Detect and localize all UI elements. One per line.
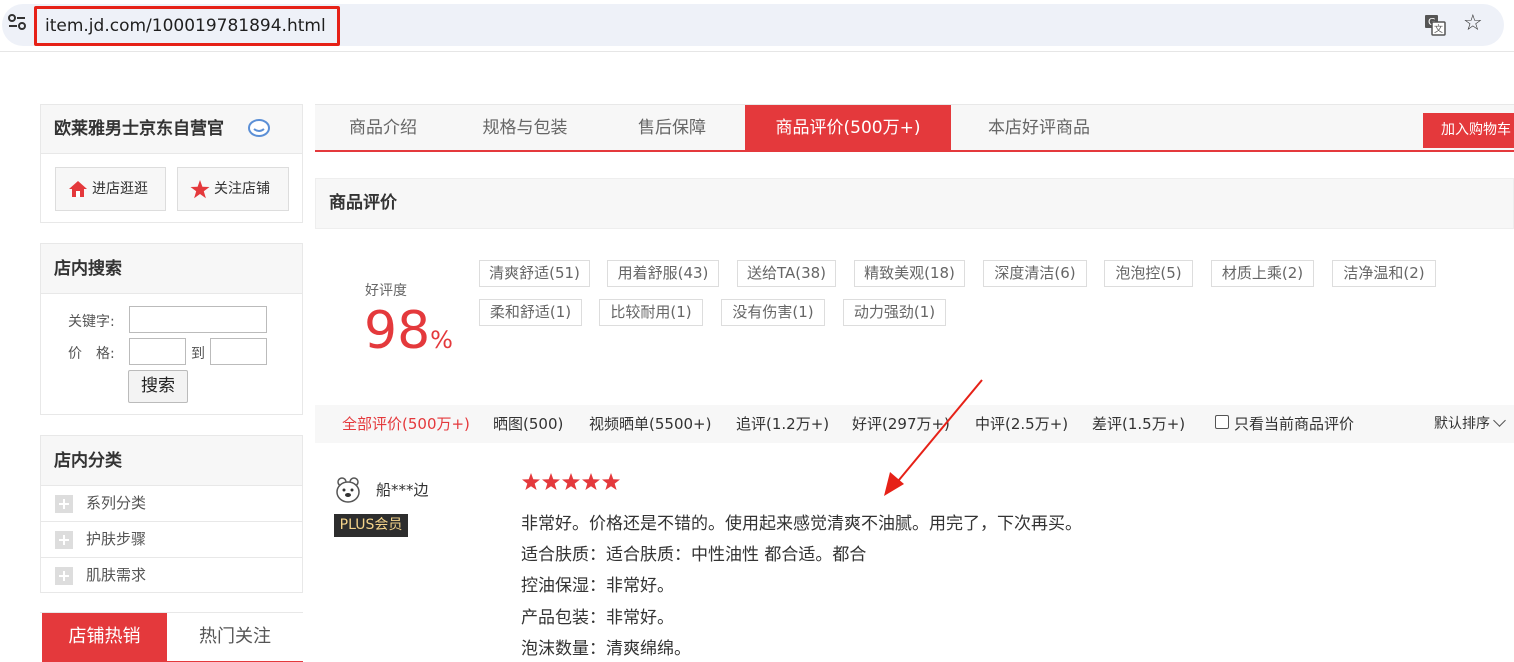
price-label: 价 格: [68, 346, 115, 362]
tab-recommended[interactable]: 本店好评商品 [951, 105, 1127, 151]
rating-label: 好评度 [365, 283, 407, 299]
sort-label: 默认排序 [1434, 416, 1490, 432]
sort-dropdown[interactable]: 默认排序 [1434, 405, 1506, 443]
product-detail-tabs: 商品介绍 规格与包装 售后保障 商品评价(500万+) 本店好评商品 [315, 104, 1514, 152]
review-tag[interactable]: 用着舒服(43) [607, 260, 719, 287]
user-avatar[interactable] [334, 476, 362, 504]
expand-plus-icon[interactable] [55, 567, 73, 585]
rating-star-icon [542, 473, 560, 490]
expand-plus-icon[interactable] [55, 531, 73, 549]
enter-shop-button[interactable]: 进店逛逛 [55, 167, 166, 211]
translate-icon[interactable]: G 文 [1424, 14, 1446, 36]
shop-category-panel: 店内分类 系列分类 护肤步骤 肌肤需求 [40, 435, 303, 593]
tab-hot-follow[interactable]: 热门关注 [167, 613, 303, 661]
price-to-label: 到 [191, 346, 205, 362]
category-item-series[interactable]: 系列分类 [41, 486, 302, 522]
shop-search-panel: 店内搜索 关键字: 价 格: 到 搜索 [40, 243, 303, 415]
bookmark-star-icon[interactable]: ☆ [1463, 12, 1483, 36]
review-tag[interactable]: 深度清洁(6) [983, 260, 1087, 287]
review-tag[interactable]: 比较耐用(1) [599, 299, 703, 326]
svg-text:文: 文 [1434, 23, 1443, 35]
review-tag[interactable]: 材质上乘(2) [1211, 260, 1314, 287]
review-tag[interactable]: 洁净温和(2) [1332, 260, 1436, 287]
add-to-cart-button[interactable]: 加入购物车 [1423, 113, 1514, 148]
only-current-label[interactable]: 只看当前商品评价 [1234, 405, 1354, 443]
review-tag[interactable]: 没有伤害(1) [721, 299, 825, 326]
filter-videos[interactable]: 视频晒单(5500+) [589, 405, 711, 443]
review-attr-skin: 适合肤质：适合肤质：中性油性 都合适。都合 [521, 545, 867, 565]
follow-shop-label: 关注店铺 [214, 181, 270, 197]
rating-stars [522, 473, 620, 490]
chat-icon[interactable] [248, 119, 270, 139]
review-text: 非常好。价格还是不错的。使用起来感觉清爽不油腻。用完了，下次再买。 [521, 514, 1082, 534]
category-label: 系列分类 [86, 494, 147, 512]
review-tag[interactable]: 送给TA(38) [737, 260, 836, 287]
review-tag[interactable]: 动力强劲(1) [843, 299, 946, 326]
rating-number: 98 [364, 301, 431, 361]
filter-photos[interactable]: 晒图(500) [493, 405, 563, 443]
expand-plus-icon[interactable] [55, 495, 73, 513]
reviews-section-title: 商品评价 [315, 178, 1514, 229]
url-text[interactable]: item.jd.com/100019781894.html [34, 6, 340, 46]
rating-star-icon [582, 473, 600, 490]
shop-info-panel: 欧莱雅男士京东自营官 进店逛逛 关注店铺 [40, 104, 303, 223]
price-min-input[interactable] [129, 338, 186, 365]
filter-all[interactable]: 全部评价(500万+) [342, 405, 470, 443]
shop-name-header: 欧莱雅男士京东自营官 [41, 105, 302, 154]
tab-reviews[interactable]: 商品评价(500万+) [745, 105, 951, 151]
category-item-needs[interactable]: 肌肤需求 [41, 558, 302, 594]
rating-value: 98% [364, 300, 453, 371]
review-tag[interactable]: 泡泡控(5) [1104, 260, 1193, 287]
shop-name[interactable]: 欧莱雅男士京东自营官 [54, 119, 224, 139]
tab-product-intro[interactable]: 商品介绍 [315, 105, 451, 151]
tab-hot-sales[interactable]: 店铺热销 [42, 613, 167, 661]
price-max-input[interactable] [210, 338, 267, 365]
review-attr-oil: 控油保湿：非常好。 [521, 576, 674, 596]
site-settings-icon[interactable] [8, 14, 26, 30]
filter-negative[interactable]: 差评(1.5万+) [1092, 405, 1185, 443]
keyword-input[interactable] [129, 306, 267, 333]
review-tag[interactable]: 清爽舒适(51) [479, 260, 590, 287]
only-current-checkbox[interactable] [1215, 415, 1229, 429]
annotation-arrow-icon [884, 379, 983, 496]
rating-unit: % [430, 326, 453, 354]
category-label: 肌肤需求 [86, 566, 147, 584]
review-attr-foam: 泡沫数量：清爽绵绵。 [521, 639, 691, 659]
search-button[interactable]: 搜索 [128, 370, 188, 403]
rating-star-icon [562, 473, 580, 490]
review-username: 船***边 [376, 481, 429, 499]
review-tag[interactable]: 柔和舒适(1) [479, 299, 582, 326]
category-label: 护肤步骤 [86, 530, 147, 548]
tab-specs[interactable]: 规格与包装 [451, 105, 599, 151]
tab-after-sales[interactable]: 售后保障 [599, 105, 745, 151]
enter-shop-label: 进店逛逛 [92, 181, 148, 197]
star-icon [190, 179, 210, 198]
keyword-label: 关键字: [68, 314, 115, 330]
filter-followup[interactable]: 追评(1.2万+) [736, 405, 829, 443]
category-item-steps[interactable]: 护肤步骤 [41, 522, 302, 558]
browser-address-bar: item.jd.com/100019781894.html G 文 ☆ [0, 0, 1514, 52]
shop-search-title: 店内搜索 [41, 244, 302, 294]
review-attr-package: 产品包装：非常好。 [521, 608, 674, 628]
rating-star-icon [522, 473, 540, 490]
hot-tabs: 店铺热销 热门关注 [40, 612, 303, 662]
rating-star-icon [602, 473, 620, 490]
follow-shop-button[interactable]: 关注店铺 [177, 167, 289, 211]
chevron-down-icon [1493, 414, 1506, 427]
plus-member-badge: PLUS会员 [334, 514, 408, 537]
home-icon [69, 181, 87, 197]
review-tag[interactable]: 精致美观(18) [854, 260, 965, 287]
shop-category-title: 店内分类 [41, 436, 302, 486]
